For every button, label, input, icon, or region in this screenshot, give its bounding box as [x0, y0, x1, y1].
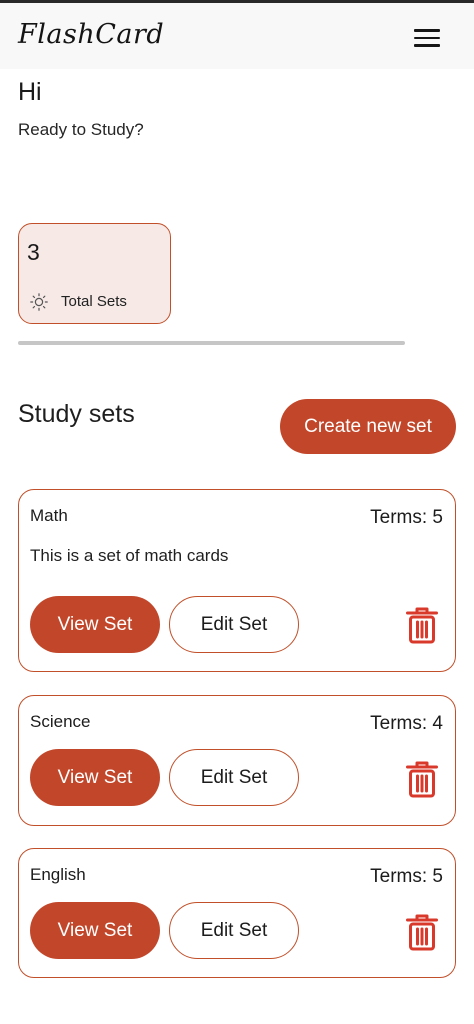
trash-icon[interactable]: [405, 912, 439, 952]
set-title: Math: [30, 506, 68, 525]
set-terms-count: Terms: 5: [370, 866, 443, 887]
trash-icon[interactable]: [405, 605, 439, 645]
edit-set-button[interactable]: Edit Set: [169, 902, 299, 959]
edit-set-button[interactable]: Edit Set: [169, 749, 299, 806]
view-set-button[interactable]: View Set: [30, 902, 160, 959]
total-sets-card: 3 Total Sets: [18, 223, 171, 324]
section-divider: [18, 341, 405, 345]
study-sets-heading: Study sets: [18, 400, 135, 428]
study-set-card-science: Science Terms: 4 View Set Edit Set: [18, 695, 456, 826]
edit-set-button[interactable]: Edit Set: [169, 596, 299, 653]
study-set-card-english: English Terms: 5 View Set Edit Set: [18, 848, 456, 978]
view-set-button[interactable]: View Set: [30, 749, 160, 806]
total-sets-value: 3: [27, 239, 40, 265]
set-title: Science: [30, 712, 91, 731]
set-title: English: [30, 865, 86, 884]
greeting-subtitle: Ready to Study?: [18, 120, 144, 139]
hamburger-menu-icon[interactable]: [410, 23, 444, 53]
greeting-title: Hi: [18, 78, 42, 106]
study-set-card-math: Math Terms: 5 This is a set of math card…: [18, 489, 456, 672]
trash-icon[interactable]: [405, 759, 439, 799]
create-new-set-button[interactable]: Create new set: [280, 399, 456, 454]
set-description: This is a set of math cards: [30, 546, 229, 565]
set-terms-count: Terms: 5: [370, 507, 443, 528]
set-terms-count: Terms: 4: [370, 713, 443, 734]
app-header: FlashCard: [0, 3, 474, 69]
view-set-button[interactable]: View Set: [30, 596, 160, 653]
sun-icon: [30, 293, 48, 311]
total-sets-label: Total Sets: [61, 293, 127, 310]
app-logo[interactable]: FlashCard: [18, 19, 164, 50]
